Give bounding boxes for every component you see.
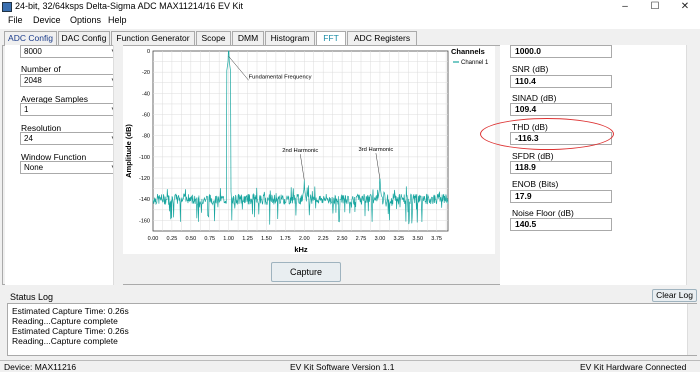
sample-rate-select[interactable]: 8000 ▾ <box>20 45 118 58</box>
x-tick-label: 2.25 <box>318 236 329 242</box>
y-axis-label: Amplitude (dB) <box>124 124 133 178</box>
tab-dac-config[interactable]: DAC Config <box>58 31 110 45</box>
tab-fft[interactable]: FFT <box>316 31 346 46</box>
enob-value: 17.9 <box>510 190 612 203</box>
menu-file[interactable]: File <box>8 15 23 25</box>
status-log: Estimated Capture Time: 0.26s Reading...… <box>7 303 697 356</box>
log-line: Estimated Capture Time: 0.26s <box>12 326 129 336</box>
x-tick-label: 3.50 <box>412 236 423 242</box>
x-tick-label: 2.00 <box>299 236 310 242</box>
sfdr-label: SFDR (dB) <box>512 151 554 161</box>
fft-chart-svg: 0.00 0.25 0.50 0.75 1.00 1.25 1.50 1.75 2.00 2.25… <box>124 47 489 254</box>
log-scrollbar[interactable] <box>687 304 697 355</box>
tab-strip: ADC Config DAC Config Function Generator… <box>0 31 700 46</box>
number-of-samples-select[interactable]: 2048 ▾ <box>20 74 118 87</box>
sfdr-value: 118.9 <box>510 161 612 174</box>
y-tick-label: -160 <box>139 218 150 224</box>
snr-value: 110.4 <box>510 75 612 88</box>
hardware-status: EV Kit Hardware Connected <box>580 362 687 372</box>
tab-function-generator[interactable]: Function Generator <box>111 31 195 45</box>
resolution-select[interactable]: 24 ▾ <box>20 132 118 145</box>
resolution-value: 24 <box>24 134 33 143</box>
average-samples-value: 1 <box>24 105 29 114</box>
menu-options[interactable]: Options <box>70 15 101 25</box>
log-line: Reading...Capture complete <box>12 316 118 326</box>
number-of-label: Number of <box>21 64 61 74</box>
tab-adc-registers[interactable]: ADC Registers <box>347 31 417 45</box>
tab-dmm[interactable]: DMM <box>232 31 264 45</box>
annotation-label: 2nd Harmonic <box>282 148 318 154</box>
fft-chart: 0.00 0.25 0.50 0.75 1.00 1.25 1.50 1.75 2.00 2.25… <box>123 46 495 254</box>
minimize-button[interactable]: – <box>610 0 640 14</box>
status-log-title: Status Log <box>10 292 54 302</box>
x-tick-label: 2.50 <box>337 236 348 242</box>
capture-button[interactable]: Capture <box>271 262 341 282</box>
number-of-samples-value: 2048 <box>24 76 42 85</box>
x-tick-label: 0.50 <box>185 236 196 242</box>
maximize-button[interactable]: ☐ <box>640 0 670 14</box>
sinad-label: SINAD (dB) <box>512 93 557 103</box>
tab-histogram[interactable]: Histogram <box>265 31 315 45</box>
sample-rate-value: 8000 <box>24 47 42 56</box>
y-tick-label: -120 <box>139 176 150 182</box>
x-tick-label: 1.00 <box>223 236 234 242</box>
sinad-value: 109.4 <box>510 103 612 116</box>
software-version: EV Kit Software Version 1.1 <box>290 362 395 372</box>
measurements-panel: 1000.0 SNR (dB) 110.4 SINAD (dB) 109.4 T… <box>500 45 686 285</box>
y-tick-label: -40 <box>142 91 150 97</box>
menu-help[interactable]: Help <box>108 15 127 25</box>
snr-label: SNR (dB) <box>512 64 549 74</box>
title-bar: 24-bit, 32/64ksps Delta-Sigma ADC MAX112… <box>0 0 700 14</box>
log-line: Reading...Capture complete <box>12 336 118 346</box>
enob-label: ENOB (Bits) <box>512 179 559 189</box>
x-axis-label: kHz <box>294 245 308 254</box>
noise-floor-value: 140.5 <box>510 218 612 231</box>
y-tick-label: -140 <box>139 197 150 203</box>
y-tick-label: -20 <box>142 70 150 76</box>
x-tick-label: 0.00 <box>148 236 159 242</box>
close-button[interactable]: ✕ <box>670 0 700 14</box>
status-bar: Device: MAX11216 EV Kit Software Version… <box>0 360 700 372</box>
device-status: Device: MAX11216 <box>4 362 77 372</box>
legend-title: Channels <box>451 47 485 56</box>
x-tick-label: 3.75 <box>431 236 442 242</box>
left-panel-scrollbar[interactable] <box>113 45 123 285</box>
menu-device[interactable]: Device <box>33 15 61 25</box>
x-tick-label: 1.25 <box>242 236 253 242</box>
x-tick-label: 1.50 <box>261 236 272 242</box>
tab-adc-config[interactable]: ADC Config <box>4 31 57 45</box>
y-tick-label: -60 <box>142 113 150 119</box>
annotation-label: Fundamental Frequency <box>249 74 312 80</box>
window-function-select[interactable]: None ▾ <box>20 161 118 174</box>
y-tick-label: -80 <box>142 134 150 140</box>
menu-bar: File Device Options Help <box>0 14 700 29</box>
tab-scope[interactable]: Scope <box>196 31 231 45</box>
window-function-value: None <box>24 163 44 172</box>
log-line: Estimated Capture Time: 0.26s <box>12 306 129 316</box>
right-panel-scrollbar[interactable] <box>686 45 696 285</box>
x-tick-label: 1.75 <box>280 236 291 242</box>
thd-highlight-ellipse <box>480 118 614 150</box>
clear-log-button[interactable]: Clear Log <box>652 289 697 302</box>
x-tick-label: 3.25 <box>393 236 404 242</box>
window-title: 24-bit, 32/64ksps Delta-Sigma ADC MAX112… <box>15 1 243 11</box>
x-tick-label: 3.00 <box>375 236 386 242</box>
noise-floor-label: Noise Floor (dB) <box>512 208 574 218</box>
legend-series-name: Channel 1 <box>461 60 489 66</box>
fundamental-value: 1000.0 <box>510 45 612 58</box>
app-icon <box>2 2 12 12</box>
x-tick-label: 0.25 <box>167 236 178 242</box>
average-samples-select[interactable]: 1 ▾ <box>20 103 118 116</box>
annotation-label: 3rd Harmonic <box>359 147 394 153</box>
x-tick-label: 2.75 <box>356 236 367 242</box>
fft-settings-panel: 8000 ▾ Number of 2048 ▾ Average Samples … <box>5 45 118 285</box>
x-tick-label: 0.75 <box>204 236 215 242</box>
y-tick-label: 0 <box>147 49 150 55</box>
y-tick-label: -100 <box>139 155 150 161</box>
